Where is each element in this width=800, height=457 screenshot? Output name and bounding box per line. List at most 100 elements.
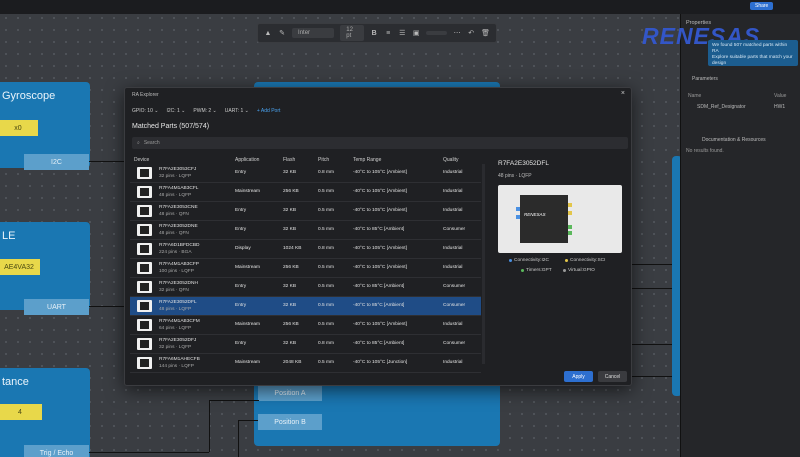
chip-thumbnail — [137, 357, 152, 369]
table-row[interactable]: R7FA4M1AB3CFL 48 pins · LQFP Mainstream 256… — [130, 183, 481, 202]
table-scrollbar[interactable] — [482, 164, 485, 364]
pitch-cell: 0.5 mm — [318, 360, 334, 365]
parameters-title[interactable]: Parameters — [692, 76, 718, 82]
distance-trig-pin[interactable]: Trig / Echo — [24, 445, 89, 457]
device-package: 48 pins · LQFP — [159, 193, 192, 198]
apply-button[interactable]: Apply — [564, 371, 593, 382]
temp-cell: -40°C to 85°C [Ambient] — [353, 284, 405, 289]
col-quality[interactable]: Quality — [443, 157, 459, 163]
legend-dot — [563, 269, 566, 272]
table-row[interactable]: R7FA4M1AB3CFP 100 pins · LQFP Mainstream 25… — [130, 259, 481, 278]
chip-thumbnail — [137, 167, 152, 179]
trash-icon[interactable]: 🗑 — [481, 29, 490, 38]
chip-label: RENESAS — [524, 212, 546, 217]
param-name-header: Name — [688, 93, 702, 99]
quality-cell: Industrial — [443, 170, 463, 175]
search-icon: ⌕ — [137, 140, 140, 146]
style-select[interactable] — [426, 31, 448, 35]
ra-explorer-dialog: RA Explorer × GPIO: 10 ⌄ I2C: 1 ⌄ PWM: 2… — [124, 87, 632, 386]
add-port-button[interactable]: + Add Port — [257, 108, 281, 114]
table-row[interactable]: R7FA2E3052DFJ 32 pins · LQFP Entry 32 KB 0.8… — [130, 335, 481, 354]
flash-cell: 256 KB — [283, 322, 299, 327]
device-package: 32 pins · LQFP — [159, 174, 192, 179]
package-diagram: RENESAS — [498, 185, 622, 253]
filter-i2c[interactable]: I2C: 1 ⌄ — [166, 108, 185, 114]
ble-uart-pin[interactable]: UART — [24, 299, 89, 315]
flash-cell: 32 KB — [283, 284, 297, 289]
pen-icon[interactable]: ✎ — [278, 29, 286, 38]
col-flash[interactable]: Flash — [283, 157, 295, 163]
param-row-value[interactable]: HW1 — [774, 104, 785, 110]
pin-marker — [568, 203, 572, 207]
image-icon[interactable]: ▣ — [412, 29, 420, 38]
position-a-pin[interactable]: Position A — [258, 385, 322, 401]
device-name: R7FA2E3053CNE — [159, 205, 198, 210]
chip-thumbnail — [137, 205, 152, 217]
temp-cell: -40°C to 105°C [Ambient] — [353, 170, 407, 175]
font-family-select[interactable]: Inter — [292, 28, 335, 38]
col-temp-range[interactable]: Temp Range — [353, 157, 381, 163]
pin-marker — [516, 215, 520, 219]
share-button[interactable]: Share — [750, 2, 774, 10]
wire — [209, 400, 210, 452]
device-package: 32 pins · QFN — [159, 288, 189, 293]
top-menu-bar: Share — [0, 0, 800, 14]
legend-dot — [565, 259, 568, 262]
table-row[interactable]: R7FA2E3052DNH 32 pins · QFN Entry 32 KB 0.5 … — [130, 278, 481, 297]
device-package: 32 pins · LQFP — [159, 345, 192, 350]
table-row[interactable]: R7FA2E3052DFL 48 pins · LQFP Entry 32 KB 0.5… — [130, 297, 481, 316]
bold-icon[interactable]: B — [370, 29, 378, 38]
pitch-cell: 0.5 mm — [318, 189, 334, 194]
undo-icon[interactable]: ↶ — [467, 29, 475, 38]
wire — [89, 306, 129, 307]
pitch-cell: 0.8 mm — [318, 246, 334, 251]
table-row[interactable]: R7FA2E3053CNE 48 pins · QFN Entry 32 KB 0.5 … — [130, 202, 481, 221]
col-device[interactable]: Device — [134, 157, 149, 163]
application-cell: Entry — [235, 170, 247, 175]
chip-thumbnail — [137, 243, 152, 255]
temp-cell: -40°C to 105°C [Ambient] — [353, 208, 407, 213]
application-cell: Mainstream — [235, 360, 261, 365]
param-row-name[interactable]: SDM_Ref_Designator — [697, 104, 746, 110]
table-row[interactable]: R7FA6M1AHECFB 144 pins · LQFP Mainstream 20… — [130, 354, 481, 373]
gyro-i2c-pin[interactable]: I2C — [24, 154, 89, 170]
table-row[interactable]: R7FA4M1AB3CFM 64 pins · LQFP Mainstream 256… — [130, 316, 481, 335]
search-input[interactable]: ⌕ Search — [132, 137, 628, 149]
application-cell: Entry — [235, 284, 247, 289]
table-row[interactable]: R7FA2E3053CFJ 32 pins · LQFP Entry 32 KB 0.8… — [130, 164, 481, 183]
no-results-text: No results found. — [686, 148, 724, 154]
table-row[interactable]: R7FA2E3052DNE 48 pins · QFN Entry 32 KB 0.5 … — [130, 221, 481, 240]
device-package: 64 pins · LQFP — [159, 326, 192, 331]
quality-cell: Consumer — [443, 227, 466, 232]
quality-cell: Consumer — [443, 303, 466, 308]
device-name: R7FA2E3052DFL — [159, 300, 197, 305]
docs-title[interactable]: Documentation & Resources — [702, 137, 766, 143]
filter-pwm[interactable]: PWM: 2 ⌄ — [193, 108, 216, 114]
font-size-select[interactable]: 12 pt — [340, 25, 365, 41]
pin-marker — [568, 231, 572, 235]
device-package: 48 pins · LQFP — [159, 307, 192, 312]
close-icon[interactable]: × — [621, 90, 625, 97]
position-b-pin[interactable]: Position B — [258, 414, 322, 430]
temp-cell: -40°C to 105°C [Junction] — [353, 360, 408, 365]
more-icon[interactable]: ⋯ — [453, 29, 461, 38]
quality-cell: Consumer — [443, 284, 466, 289]
application-cell: Entry — [235, 303, 247, 308]
col-pitch[interactable]: Pitch — [318, 157, 329, 163]
filter-gpio[interactable]: GPIO: 10 ⌄ — [132, 108, 158, 114]
align-icon[interactable]: ≡ — [384, 29, 392, 38]
flash-cell: 256 KB — [283, 265, 299, 270]
flash-cell: 32 KB — [283, 208, 297, 213]
application-cell: Mainstream — [235, 265, 261, 270]
temp-cell: -40°C to 105°C [Ambient] — [353, 322, 407, 327]
device-name: R7FA2E3053CFJ — [159, 167, 197, 172]
filter-uart[interactable]: UART: 1 ⌄ — [225, 108, 249, 114]
paint-icon[interactable]: ▲ — [264, 29, 272, 38]
col-application[interactable]: Application — [235, 157, 259, 163]
quality-cell: Industrial — [443, 360, 463, 365]
device-package: 144 pins · LQFP — [159, 364, 194, 369]
table-row[interactable]: R7FA6D1BFDCBD 224 pins · BGA Display 1024 K… — [130, 240, 481, 259]
cancel-button[interactable]: Cancel — [598, 371, 627, 382]
list-icon[interactable]: ☰ — [398, 29, 406, 38]
match-notice[interactable]: We found 507 matched parts within RA Exp… — [708, 40, 798, 66]
